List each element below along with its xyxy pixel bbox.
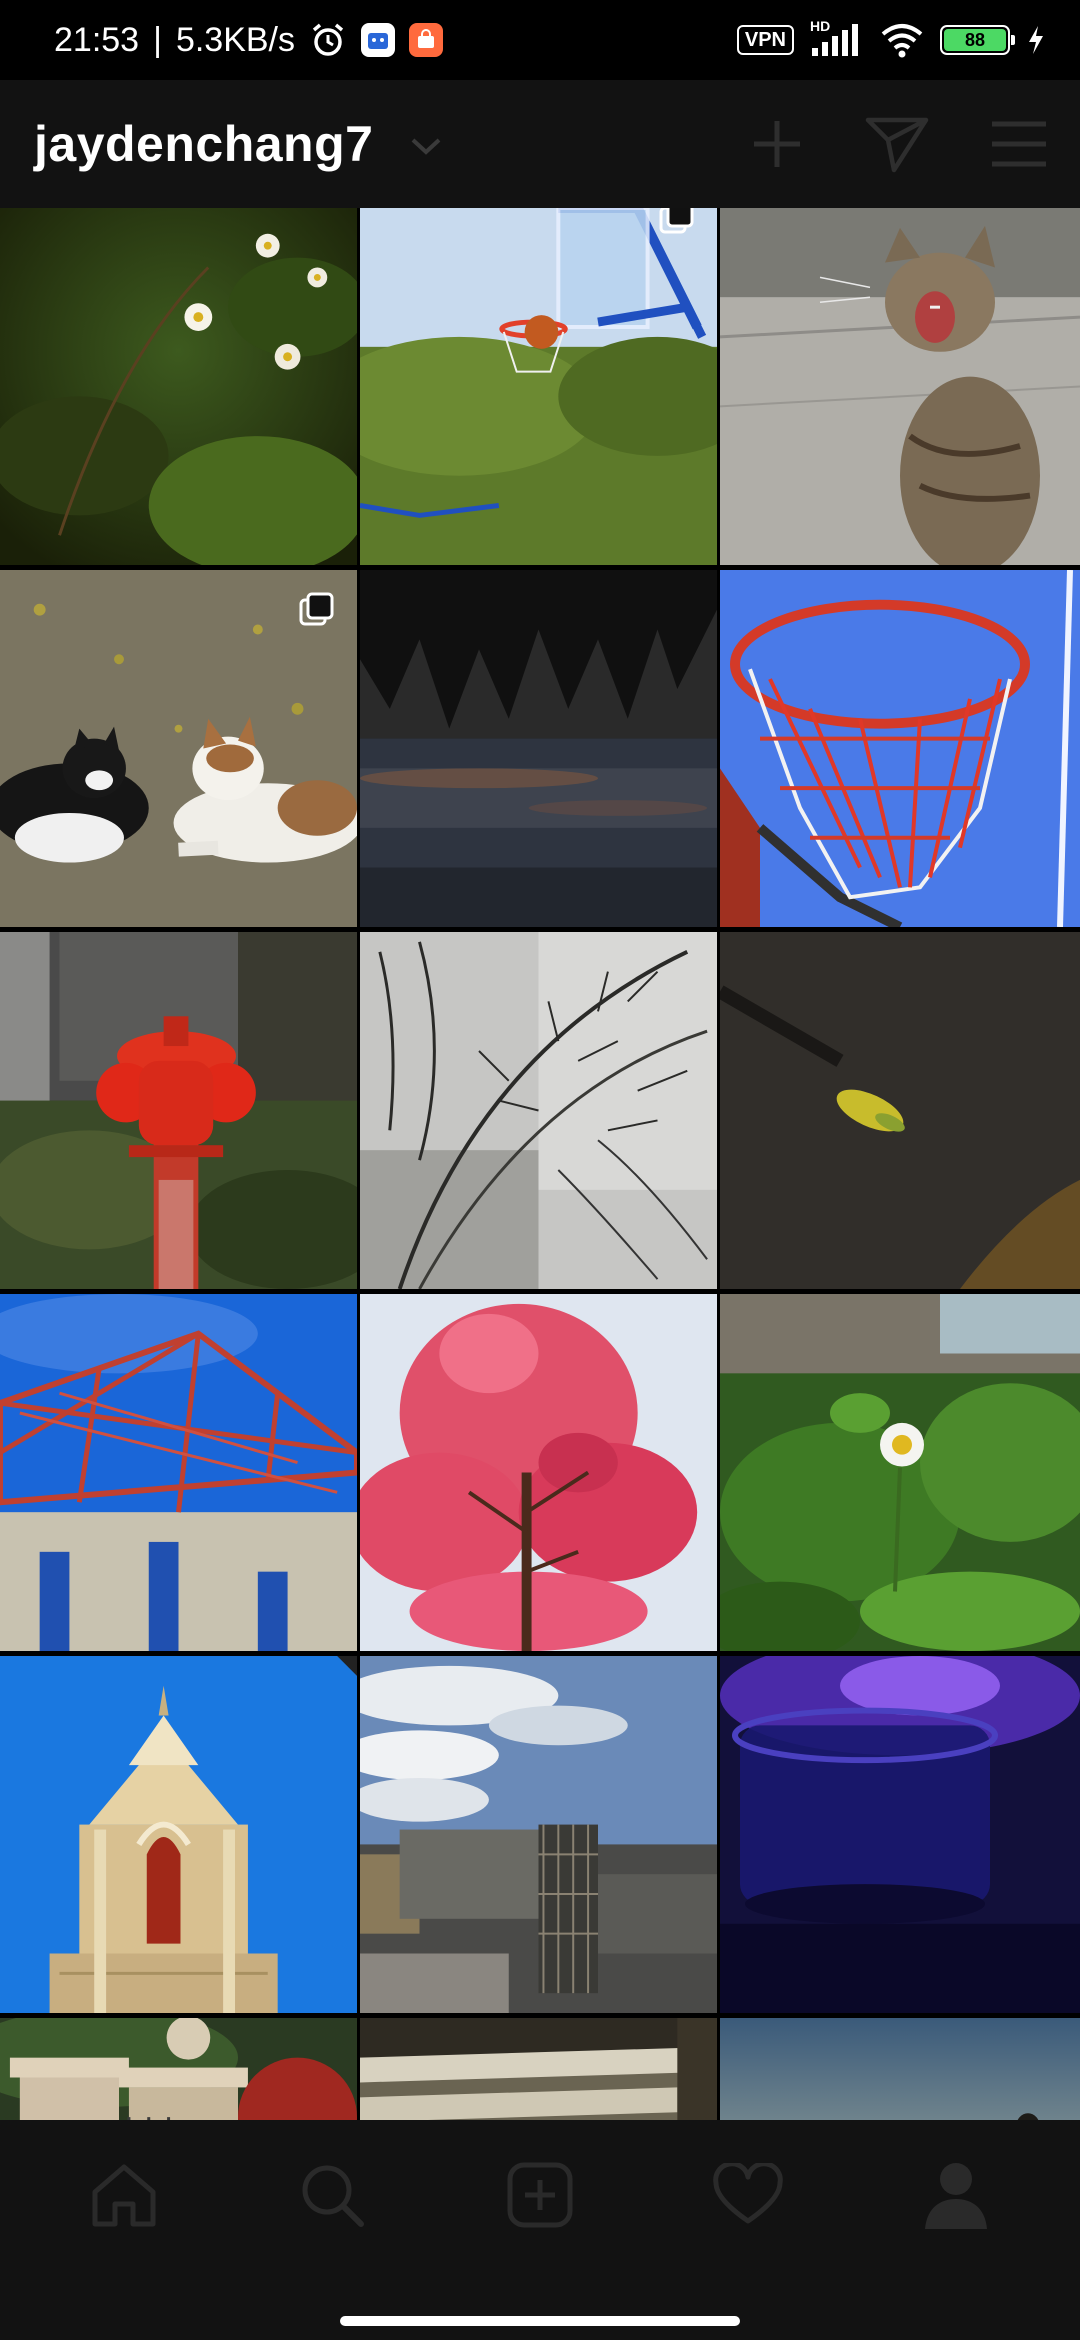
nav-activity-button[interactable] [693, 2140, 803, 2250]
photo-tile[interactable] [720, 1656, 1080, 2013]
activity-heart-icon [713, 2163, 783, 2224]
account-username[interactable]: jaydenchang7 [34, 115, 373, 173]
photo-tile[interactable] [0, 1294, 357, 1651]
vpn-badge: VPN [736, 25, 794, 55]
photo-tile[interactable] [0, 1656, 357, 2013]
nav-new-post-button[interactable] [485, 2140, 595, 2250]
photo-tile[interactable] [720, 2018, 1080, 2120]
photo-tile[interactable] [720, 570, 1080, 927]
nav-profile-button[interactable] [901, 2140, 1011, 2250]
menu-icon[interactable] [988, 118, 1050, 170]
photo-tile[interactable] [360, 932, 717, 1289]
clock: 21:53 [54, 20, 140, 59]
home-indicator[interactable] [340, 2316, 740, 2326]
signal-icon: HD [810, 18, 864, 58]
battery-level: 88 [944, 29, 1006, 51]
photo-tile[interactable] [360, 208, 717, 565]
plus-icon[interactable] [748, 115, 806, 173]
profile-icon [925, 2163, 987, 2229]
photo-tile[interactable] [360, 1294, 717, 1651]
bottom-navigation [0, 2120, 1080, 2340]
photo-tile[interactable] [720, 1294, 1080, 1651]
multiple-photos-icon [659, 208, 694, 234]
send-icon[interactable] [864, 114, 930, 174]
photo-tile[interactable] [360, 1656, 717, 2013]
status-bar: 21:53 | 5.3KB/s VPN HD 88 [0, 0, 1080, 80]
photo-tile[interactable] [0, 2018, 357, 2120]
photo-grid [0, 208, 1080, 2120]
photo-tile[interactable] [0, 208, 357, 565]
multiple-photos-icon [299, 592, 334, 626]
home-icon [92, 2164, 156, 2227]
app-notification-icon-2 [409, 23, 444, 57]
photo-tile[interactable] [360, 2018, 717, 2120]
network-speed: 5.3KB/s [175, 20, 296, 59]
bottom-nav-row [0, 2120, 1080, 2270]
new-post-icon [507, 2162, 573, 2228]
nav-home-button[interactable] [69, 2140, 179, 2250]
search-icon [302, 2165, 364, 2227]
photo-tile[interactable] [720, 932, 1080, 1289]
chevron-down-icon[interactable] [409, 135, 443, 157]
header-actions [748, 114, 1050, 174]
app-notification-icon [361, 23, 396, 57]
status-right: VPN HD 88 [736, 18, 1046, 58]
photo-tile[interactable] [360, 570, 717, 927]
status-separator: | [153, 20, 162, 59]
status-left: 21:53 | 5.3KB/s [54, 20, 444, 60]
photo-tile[interactable] [0, 570, 357, 927]
charging-icon [1029, 26, 1043, 54]
wifi-icon [881, 24, 923, 58]
profile-header: jaydenchang7 [0, 80, 1080, 208]
photo-tile[interactable] [720, 208, 1080, 565]
alarm-icon [312, 23, 344, 56]
photo-tile[interactable] [0, 932, 357, 1289]
battery-icon: 88 [940, 25, 1015, 55]
nav-search-button[interactable] [277, 2140, 387, 2250]
